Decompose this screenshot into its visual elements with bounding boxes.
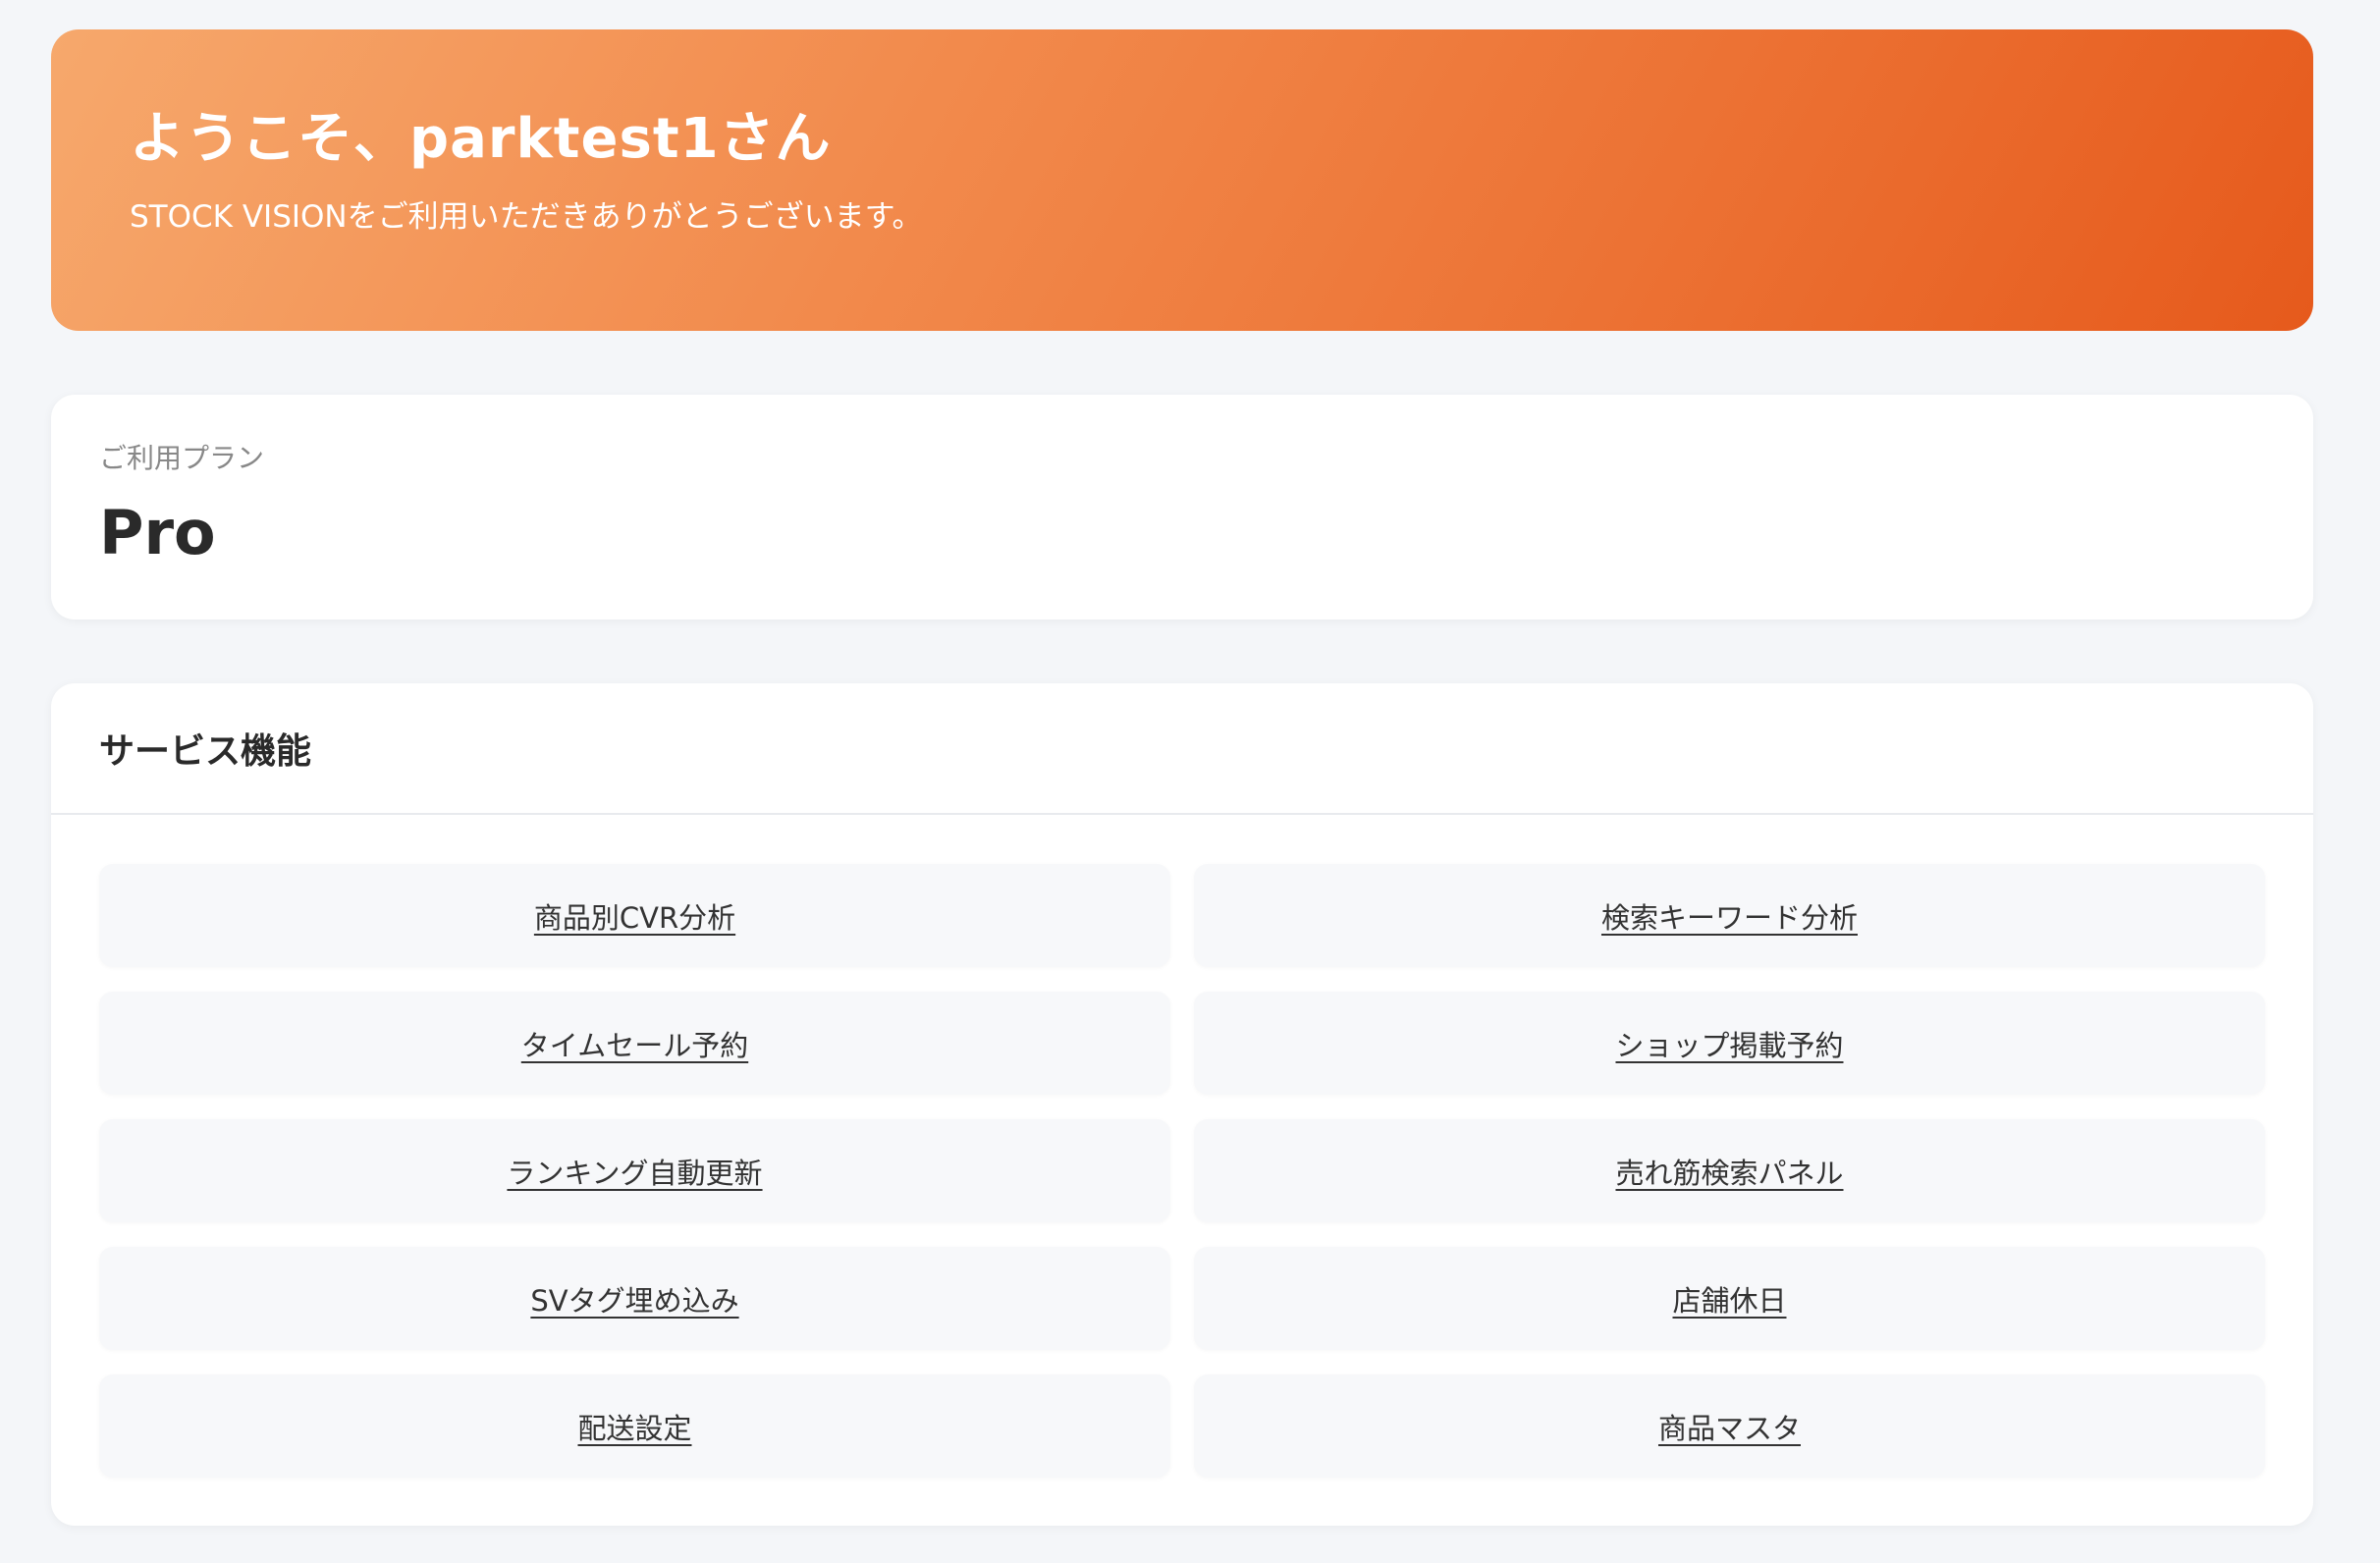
services-header: サービス機能: [51, 683, 2313, 815]
service-link-bestseller-search-panel[interactable]: 売れ筋検索パネル: [1194, 1119, 2265, 1222]
service-link-shop-listing-reservation[interactable]: ショップ掲載予約: [1194, 992, 2265, 1095]
service-link-store-holidays[interactable]: 店舗休日: [1194, 1247, 2265, 1350]
plan-name: Pro: [99, 496, 216, 568]
welcome-banner: ようこそ、parktest1さん STOCK VISIONをご利用いただきありが…: [51, 29, 2313, 331]
plan-card: ご利用プラン Pro: [51, 395, 2313, 620]
welcome-title: ようこそ、parktest1さん: [130, 107, 832, 171]
welcome-subtitle: STOCK VISIONをご利用いただきありがとうございます。: [130, 199, 923, 236]
services-grid: 商品別CVR分析 検索キーワード分析 タイムセール予約 ショップ掲載予約 ランキ…: [99, 864, 2265, 1478]
service-link-ranking-auto-update[interactable]: ランキング自動更新: [99, 1119, 1170, 1222]
plan-label: ご利用プラン: [99, 442, 265, 474]
service-link-sv-tag-embed[interactable]: SVタグ埋め込み: [99, 1247, 1170, 1350]
dashboard-page: ようこそ、parktest1さん STOCK VISIONをご利用いただきありが…: [0, 0, 2380, 1563]
services-card: サービス機能 商品別CVR分析 検索キーワード分析 タイムセール予約 ショップ掲…: [51, 683, 2313, 1526]
service-link-search-keyword-analysis[interactable]: 検索キーワード分析: [1194, 864, 2265, 967]
service-link-shipping-settings[interactable]: 配送設定: [99, 1374, 1170, 1478]
service-link-timesale-reservation[interactable]: タイムセール予約: [99, 992, 1170, 1095]
service-link-product-master[interactable]: 商品マスタ: [1194, 1374, 2265, 1478]
services-title: サービス機能: [99, 731, 312, 772]
service-link-product-cvr-analysis[interactable]: 商品別CVR分析: [99, 864, 1170, 967]
